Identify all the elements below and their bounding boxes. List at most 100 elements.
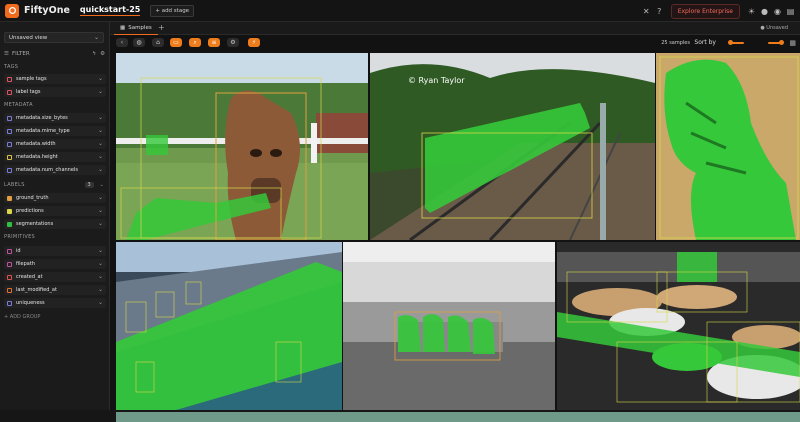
tab-samples[interactable]: ▦ Samples xyxy=(114,22,158,35)
chevron-down-icon[interactable]: ⌄ xyxy=(98,140,103,147)
checkbox[interactable] xyxy=(7,261,12,267)
sort-similarity-icon[interactable]: ≡ xyxy=(208,38,220,47)
checkbox[interactable] xyxy=(7,208,12,214)
tab-samples-label: Samples xyxy=(128,25,152,31)
chevron-down-icon[interactable]: ⌄ xyxy=(98,286,103,293)
chevron-down-icon[interactable]: ⌄ xyxy=(98,194,103,201)
sidebar-item-metadata-num-channels[interactable]: metadata.num_channels ⌄ xyxy=(4,165,106,175)
sun-icon[interactable]: ☀ xyxy=(746,6,757,17)
checkbox[interactable] xyxy=(7,274,12,280)
checkbox[interactable] xyxy=(7,195,12,201)
explore-enterprise-button[interactable]: Explore Enterprise xyxy=(670,3,740,19)
section-primitives-label: PRIMITIVES xyxy=(4,233,36,240)
sample-row-partial xyxy=(116,412,800,422)
add-stage-button[interactable]: + add stage xyxy=(150,4,195,17)
dataset-selector[interactable]: quickstart-25 xyxy=(79,5,141,16)
chevron-down-icon[interactable]: ⌄ xyxy=(98,247,103,254)
sample-tile-stadium[interactable] xyxy=(116,242,342,410)
checkbox[interactable] xyxy=(7,167,12,173)
view-selector[interactable]: Unsaved view ⌄ xyxy=(4,32,104,43)
sample-tile-zebra[interactable] xyxy=(656,53,800,240)
checkbox[interactable] xyxy=(7,154,12,160)
checkbox[interactable] xyxy=(7,89,12,95)
grid-options-icon[interactable]: ▦ xyxy=(789,39,796,47)
zoom-slider-knob[interactable] xyxy=(779,40,784,45)
section-primitives[interactable]: PRIMITIVES xyxy=(4,232,106,241)
checkbox[interactable] xyxy=(7,300,12,306)
unsaved-indicator: ● Unsaved xyxy=(760,25,788,31)
chevron-down-icon[interactable]: ⌄ xyxy=(98,114,103,121)
sidebar-item-label-tags[interactable]: label tags ⌄ xyxy=(4,87,106,97)
checkbox[interactable] xyxy=(7,76,12,82)
app-name: FiftyOne xyxy=(24,5,70,16)
sidebar-item-filepath[interactable]: filepath ⌄ xyxy=(4,259,106,269)
sort-slider[interactable] xyxy=(728,40,744,45)
sidebar-item-label: label tags xyxy=(16,89,41,95)
sidebar-item-predictions[interactable]: predictions ⌄ xyxy=(4,206,106,216)
discord-icon[interactable]: ◉ xyxy=(772,6,783,17)
sidebar-item-metadata-height[interactable]: metadata.height ⌄ xyxy=(4,152,106,162)
operator-browser-icon[interactable]: ⚡ xyxy=(248,38,260,47)
chevron-down-icon: ⌄ xyxy=(93,34,99,41)
sidebar-item-ground-truth[interactable]: ground_truth ⌄ xyxy=(4,193,106,203)
sidebar-item-uniqueness[interactable]: uniqueness ⌄ xyxy=(4,298,106,308)
sidebar-item-label: ground_truth xyxy=(16,195,49,201)
checkbox[interactable] xyxy=(7,141,12,147)
gear-icon[interactable]: ⚙ xyxy=(100,51,105,57)
sort-slider-knob[interactable] xyxy=(728,40,733,45)
sample-tile-llama[interactable] xyxy=(116,53,368,240)
sidebar-item-created-at[interactable]: created_at ⌄ xyxy=(4,272,106,282)
sidebar-item-metadata-size-bytes[interactable]: metadata.size_bytes ⌄ xyxy=(4,113,106,123)
sample-tile-pizza[interactable] xyxy=(557,242,800,410)
sidebar-item-label: created_at xyxy=(16,274,43,280)
add-panel-icon[interactable]: + xyxy=(158,23,165,32)
bolt-icon[interactable]: ϟ xyxy=(92,51,96,57)
chevron-down-icon[interactable]: ⌄ xyxy=(98,273,103,280)
color-palette-icon[interactable]: ◍ xyxy=(133,38,145,47)
photo-watermark: © Ryan Taylor xyxy=(408,76,465,85)
chevron-down-icon[interactable]: ⌄ xyxy=(98,88,103,95)
sidebar: Unsaved view ⌄ ☰ FILTER ϟ ⚙ TAGS sample … xyxy=(0,22,110,410)
sidebar-item-label: metadata.height xyxy=(16,154,58,160)
chevron-down-icon[interactable]: ⌄ xyxy=(98,207,103,214)
settings-icon[interactable]: ⚙ xyxy=(227,38,239,47)
sidebar-item-id[interactable]: id ⌄ xyxy=(4,246,106,256)
github-icon[interactable]: ● xyxy=(759,6,770,17)
back-icon[interactable]: ‹ xyxy=(116,38,128,47)
sample-tile-bench[interactable] xyxy=(343,242,555,410)
chevron-down-icon[interactable]: ⌄ xyxy=(98,299,103,306)
add-group-button[interactable]: + ADD GROUP xyxy=(4,314,40,320)
tab-bar: ▦ Samples + ● Unsaved xyxy=(110,22,800,35)
help-icon[interactable]: ? xyxy=(654,6,665,17)
fiftyone-logo-icon[interactable] xyxy=(5,3,19,18)
patches-icon[interactable]: ▭ xyxy=(170,38,182,47)
chevron-down-icon[interactable]: ⌄ xyxy=(98,75,103,82)
chevron-down-icon[interactable]: ⌄ xyxy=(98,260,103,267)
section-metadata[interactable]: METADATA xyxy=(4,100,106,109)
search-icon[interactable]: ⌕ xyxy=(189,38,201,47)
chevron-down-icon[interactable]: ⌄ xyxy=(98,127,103,134)
checkbox[interactable] xyxy=(7,115,12,121)
sidebar-item-segmentations[interactable]: segmentations ⌄ xyxy=(4,219,106,229)
chevron-down-icon[interactable]: ⌄ xyxy=(98,220,103,227)
sort-by-button[interactable]: Sort by xyxy=(694,39,716,46)
labels-count-badge: 3 xyxy=(84,181,94,188)
chevron-down-icon[interactable]: ⌄ xyxy=(100,182,105,188)
section-labels[interactable]: LABELS 3 ⌄ xyxy=(4,180,106,189)
close-icon[interactable]: ✕ xyxy=(641,6,652,17)
section-tags[interactable]: TAGS xyxy=(4,62,106,71)
sidebar-item-last-modified-at[interactable]: last_modified_at ⌄ xyxy=(4,285,106,295)
sidebar-item-metadata-width[interactable]: metadata.width ⌄ xyxy=(4,139,106,149)
checkbox[interactable] xyxy=(7,287,12,293)
docs-icon[interactable]: ▤ xyxy=(785,6,796,17)
checkbox[interactable] xyxy=(7,221,12,227)
checkbox[interactable] xyxy=(7,128,12,134)
chevron-down-icon[interactable]: ⌄ xyxy=(98,153,103,160)
sample-tile-train[interactable]: © Ryan Taylor xyxy=(370,53,655,240)
sidebar-item-metadata-mime-type[interactable]: metadata.mime_type ⌄ xyxy=(4,126,106,136)
zoom-slider[interactable] xyxy=(768,40,784,45)
chevron-down-icon[interactable]: ⌄ xyxy=(98,166,103,173)
checkbox[interactable] xyxy=(7,248,12,254)
tag-icon[interactable]: ⌂ xyxy=(152,38,164,47)
sidebar-item-sample-tags[interactable]: sample tags ⌄ xyxy=(4,74,106,84)
